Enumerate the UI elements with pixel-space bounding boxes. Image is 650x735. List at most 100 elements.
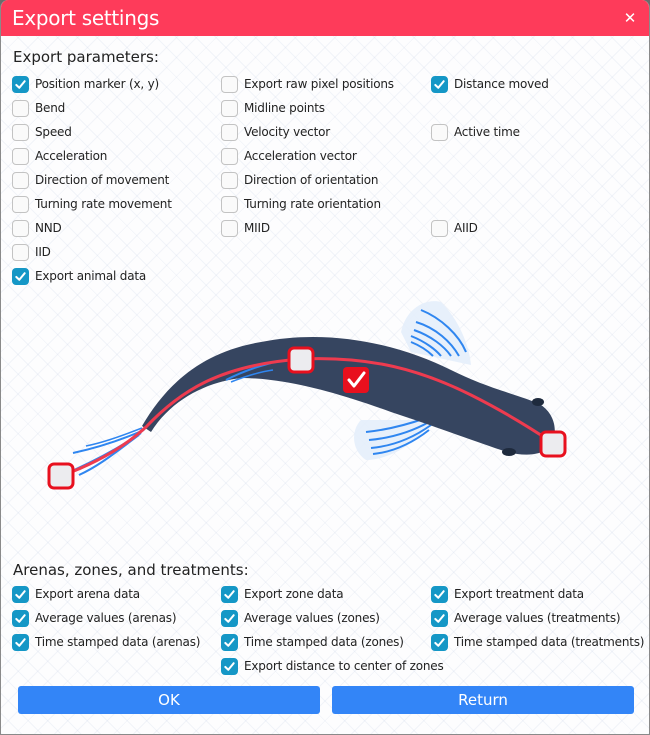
pelvic-fin: [354, 417, 432, 460]
checkbox-unchecked-icon[interactable]: [221, 123, 238, 141]
checkbox-position-marker-x-y[interactable]: Position marker (x, y): [12, 74, 159, 94]
checkbox-label: Position marker (x, y): [35, 77, 159, 91]
checkbox-velocity-vector[interactable]: Velocity vector: [221, 122, 330, 142]
checkbox-label: Average values (treatments): [454, 611, 621, 625]
checkbox-label: AIID: [454, 221, 478, 235]
checkbox-label: Export animal data: [35, 269, 147, 283]
checkbox-label: Velocity vector: [244, 125, 330, 139]
checkbox-unchecked-icon[interactable]: [221, 147, 238, 165]
checkbox-unchecked-icon[interactable]: [431, 219, 448, 237]
checkbox-export-animal-data[interactable]: Export animal data: [12, 266, 146, 286]
checkbox-bend[interactable]: Bend: [12, 98, 65, 118]
checkbox-unchecked-icon[interactable]: [12, 243, 29, 261]
close-icon[interactable]: ✕: [621, 9, 639, 27]
checkbox-unchecked-icon[interactable]: [431, 123, 448, 141]
checkbox-label: Distance moved: [454, 77, 549, 91]
checkbox-label: Acceleration vector: [244, 149, 357, 163]
checkbox-checked-icon[interactable]: [12, 633, 29, 651]
dialog-title: Export settings: [12, 6, 160, 30]
checkbox-unchecked-icon[interactable]: [12, 219, 29, 237]
checkbox-speed[interactable]: Speed: [12, 122, 72, 142]
checkbox-label: Direction of orientation: [244, 173, 379, 187]
checkbox-label: Time stamped data (zones): [244, 635, 404, 649]
checkbox-checked-icon[interactable]: [12, 267, 29, 285]
arenas-zones-treatments-heading: Arenas, zones, and treatments:: [13, 561, 249, 579]
export-parameters-heading: Export parameters:: [13, 48, 159, 66]
checkbox-unchecked-icon[interactable]: [221, 99, 238, 117]
checkbox-label: IID: [35, 245, 51, 259]
checkbox-export-treatment-data[interactable]: Export treatment data: [431, 584, 584, 604]
checkbox-checked-icon[interactable]: [12, 75, 29, 93]
checkbox-label: Turning rate orientation: [244, 197, 381, 211]
checkbox-label: Time stamped data (arenas): [35, 635, 201, 649]
return-button[interactable]: Return: [332, 686, 634, 714]
checkbox-label: Turning rate movement: [35, 197, 172, 211]
checkbox-export-distance-to-center-of-zones[interactable]: Export distance to center of zones: [221, 656, 444, 676]
checkbox-checked-icon[interactable]: [12, 585, 29, 603]
fish-eye-top: [532, 398, 544, 406]
ok-button[interactable]: OK: [18, 686, 320, 714]
checkbox-label: Average values (arenas): [35, 611, 177, 625]
checkbox-direction-of-movement[interactable]: Direction of movement: [12, 170, 169, 190]
export-settings-dialog: Export settings ✕ Export parameters: Pos…: [0, 0, 650, 735]
fish-body: [142, 336, 555, 455]
checkbox-label: Active time: [454, 125, 520, 139]
checkbox-unchecked-icon[interactable]: [12, 171, 29, 189]
checkbox-label: NND: [35, 221, 62, 235]
checkbox-label: MIID: [244, 221, 270, 235]
checkbox-label: Direction of movement: [35, 173, 170, 187]
checkbox-miid[interactable]: MIID: [221, 218, 270, 238]
checkbox-turning-rate-movement[interactable]: Turning rate movement: [12, 194, 172, 214]
checkbox-export-zone-data[interactable]: Export zone data: [221, 584, 344, 604]
checkbox-label: Acceleration: [35, 149, 108, 163]
checkbox-label: Speed: [35, 125, 72, 139]
checkbox-label: Export distance to center of zones: [244, 659, 444, 673]
checkbox-checked-icon[interactable]: [431, 633, 448, 651]
checkbox-unchecked-icon[interactable]: [12, 195, 29, 213]
checkbox-aiid[interactable]: AIID: [431, 218, 478, 238]
midline-check-marker: [343, 367, 369, 393]
checkbox-checked-icon[interactable]: [431, 75, 448, 93]
checkbox-unchecked-icon[interactable]: [12, 147, 29, 165]
checkbox-active-time[interactable]: Active time: [431, 122, 520, 142]
checkbox-distance-moved[interactable]: Distance moved: [431, 74, 549, 94]
checkbox-unchecked-icon[interactable]: [221, 219, 238, 237]
center-point-marker: [287, 346, 315, 374]
checkbox-time-stamped-data-treatments[interactable]: Time stamped data (treatments): [431, 632, 644, 652]
checkbox-label: Export treatment data: [454, 587, 584, 601]
checkbox-export-raw-pixel-positions[interactable]: Export raw pixel positions: [221, 74, 394, 94]
checkbox-iid[interactable]: IID: [12, 242, 51, 262]
title-bar[interactable]: Export settings ✕: [1, 0, 649, 36]
checkbox-average-values-treatments[interactable]: Average values (treatments): [431, 608, 621, 628]
checkbox-label: Bend: [35, 101, 66, 115]
checkbox-export-arena-data[interactable]: Export arena data: [12, 584, 140, 604]
checkbox-checked-icon[interactable]: [221, 657, 238, 675]
checkbox-average-values-zones[interactable]: Average values (zones): [221, 608, 380, 628]
checkbox-acceleration-vector[interactable]: Acceleration vector: [221, 146, 357, 166]
checkbox-checked-icon[interactable]: [221, 609, 238, 627]
checkbox-checked-icon[interactable]: [431, 585, 448, 603]
checkbox-checked-icon[interactable]: [12, 609, 29, 627]
checkbox-label: Export raw pixel positions: [244, 77, 394, 91]
tail-point-marker: [47, 462, 75, 490]
checkbox-unchecked-icon[interactable]: [221, 75, 238, 93]
fish-eye-bottom: [502, 448, 516, 456]
checkbox-average-values-arenas[interactable]: Average values (arenas): [12, 608, 177, 628]
checkbox-checked-icon[interactable]: [221, 633, 238, 651]
checkbox-unchecked-icon[interactable]: [12, 99, 29, 117]
checkbox-label: Time stamped data (treatments): [454, 635, 645, 649]
checkbox-direction-of-orientation[interactable]: Direction of orientation: [221, 170, 378, 190]
checkbox-unchecked-icon[interactable]: [12, 123, 29, 141]
checkbox-turning-rate-orientation[interactable]: Turning rate orientation: [221, 194, 381, 214]
checkbox-label: Average values (zones): [244, 611, 380, 625]
checkbox-midline-points[interactable]: Midline points: [221, 98, 325, 118]
checkbox-label: Export arena data: [35, 587, 140, 601]
checkbox-checked-icon[interactable]: [431, 609, 448, 627]
checkbox-unchecked-icon[interactable]: [221, 171, 238, 189]
checkbox-time-stamped-data-arenas[interactable]: Time stamped data (arenas): [12, 632, 200, 652]
checkbox-acceleration[interactable]: Acceleration: [12, 146, 107, 166]
checkbox-nnd[interactable]: NND: [12, 218, 62, 238]
checkbox-time-stamped-data-zones[interactable]: Time stamped data (zones): [221, 632, 404, 652]
checkbox-checked-icon[interactable]: [221, 585, 238, 603]
checkbox-unchecked-icon[interactable]: [221, 195, 238, 213]
